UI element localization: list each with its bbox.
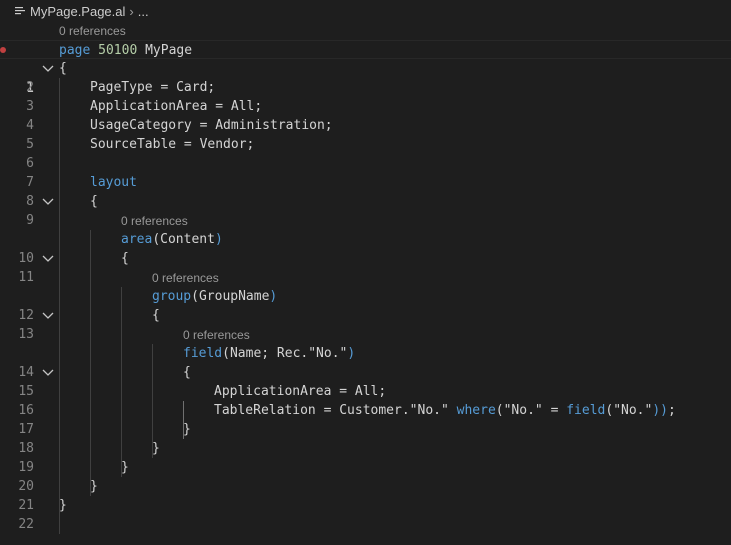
code-text[interactable]: { bbox=[59, 59, 67, 78]
code-editor[interactable]: 0 references 0 references 0 references 0… bbox=[0, 22, 731, 545]
chevron-down-icon[interactable] bbox=[40, 59, 56, 78]
breadcrumb-more[interactable]: ... bbox=[138, 4, 149, 19]
identifier: MyPage bbox=[145, 43, 193, 58]
code-line[interactable]: 5 UsageCategory = Administration; bbox=[0, 116, 731, 152]
code-line[interactable]: 20 } bbox=[0, 458, 731, 494]
code-line[interactable]: 16 ApplicationArea = All; bbox=[0, 382, 731, 418]
code-text[interactable]: } bbox=[121, 458, 129, 477]
code-text[interactable]: } bbox=[90, 477, 98, 496]
codelens-references[interactable]: 0 references bbox=[59, 22, 126, 41]
code-text[interactable]: } bbox=[59, 496, 67, 515]
code-line[interactable]: 12 group(GroupName) bbox=[0, 287, 731, 323]
code-line[interactable]: 4 ApplicationArea = All; bbox=[0, 97, 731, 133]
code-text[interactable]: { bbox=[121, 249, 129, 268]
code-line[interactable]: 3 PageType = Card; bbox=[0, 78, 731, 114]
code-line[interactable]: 7 bbox=[0, 154, 731, 190]
code-line[interactable]: 19 } bbox=[0, 439, 731, 475]
code-text[interactable]: ApplicationArea = All; bbox=[90, 97, 262, 116]
code-text[interactable]: layout bbox=[90, 173, 137, 192]
punctuation: ) bbox=[214, 232, 223, 247]
code-line[interactable]: 17 TableRelation = Customer."No." where(… bbox=[0, 401, 731, 437]
code-text[interactable]: PageType = Card; bbox=[90, 78, 215, 97]
breadcrumb-file-name[interactable]: MyPage.Page.al bbox=[30, 4, 125, 19]
keyword: where bbox=[456, 403, 496, 418]
code-line[interactable]: 8 layout bbox=[0, 173, 731, 209]
code-text[interactable]: group(GroupName) bbox=[152, 287, 277, 306]
chevron-down-icon[interactable] bbox=[40, 306, 56, 325]
code-line[interactable]: 21 } bbox=[0, 477, 731, 513]
codelens-references[interactable]: 0 references bbox=[121, 212, 188, 231]
code-line[interactable]: 18 } bbox=[0, 420, 731, 456]
code-line[interactable]: 6 SourceTable = Vendor; bbox=[0, 135, 731, 171]
code-line[interactable]: 9 { bbox=[0, 192, 731, 228]
code-text[interactable]: { bbox=[90, 192, 98, 211]
keyword: group bbox=[152, 289, 192, 304]
line-number: 13 bbox=[18, 327, 34, 342]
chevron-down-icon[interactable] bbox=[40, 249, 56, 268]
code-line[interactable]: 2 { bbox=[0, 59, 731, 95]
line-number: 11 bbox=[18, 270, 34, 285]
code-text[interactable]: } bbox=[152, 439, 160, 458]
code-line[interactable]: 10 area(Content) bbox=[0, 230, 731, 266]
code-line[interactable]: 15 { bbox=[0, 363, 731, 399]
breakpoint-icon[interactable] bbox=[0, 47, 6, 53]
code-text[interactable]: field(Name; Rec."No.") bbox=[183, 344, 355, 363]
code-text[interactable]: ApplicationArea = All; bbox=[214, 382, 386, 401]
line-number: 22 bbox=[18, 517, 34, 532]
code-text[interactable]: page 50100 MyPage bbox=[59, 41, 192, 60]
number-literal: 50100 bbox=[98, 43, 138, 58]
code-text[interactable]: { bbox=[183, 363, 191, 382]
line-number: 9 bbox=[26, 213, 34, 228]
breadcrumb-separator: › bbox=[129, 3, 134, 19]
code-text[interactable]: SourceTable = Vendor; bbox=[90, 135, 254, 154]
code-line[interactable]: 22 } bbox=[0, 496, 731, 532]
code-text[interactable]: { bbox=[152, 306, 160, 325]
codelens-references[interactable]: 0 references bbox=[183, 326, 250, 345]
code-text[interactable]: TableRelation = Customer."No." where("No… bbox=[214, 401, 676, 420]
code-line[interactable]: 11 { bbox=[0, 249, 731, 285]
punctuation: ) bbox=[347, 346, 356, 361]
list-file-icon bbox=[14, 5, 26, 17]
chevron-down-icon[interactable] bbox=[40, 192, 56, 211]
punctuation: )) bbox=[652, 403, 668, 418]
keyword: area bbox=[121, 232, 153, 247]
keyword: page bbox=[59, 43, 91, 58]
keyword: field bbox=[566, 403, 606, 418]
code-text[interactable]: area(Content) bbox=[121, 230, 223, 249]
punctuation: ) bbox=[269, 289, 278, 304]
code-line[interactable]: 13 { bbox=[0, 306, 731, 342]
chevron-down-icon[interactable] bbox=[40, 363, 56, 382]
code-text[interactable]: } bbox=[183, 420, 191, 439]
codelens-references[interactable]: 0 references bbox=[152, 269, 219, 288]
code-text[interactable]: UsageCategory = Administration; bbox=[90, 116, 333, 135]
keyword: field bbox=[183, 346, 223, 361]
code-line[interactable]: 14 field(Name; Rec."No.") bbox=[0, 344, 731, 380]
code-line[interactable]: 1 page 50100 MyPage bbox=[0, 40, 731, 96]
breadcrumb: MyPage.Page.al › ... bbox=[0, 0, 731, 22]
